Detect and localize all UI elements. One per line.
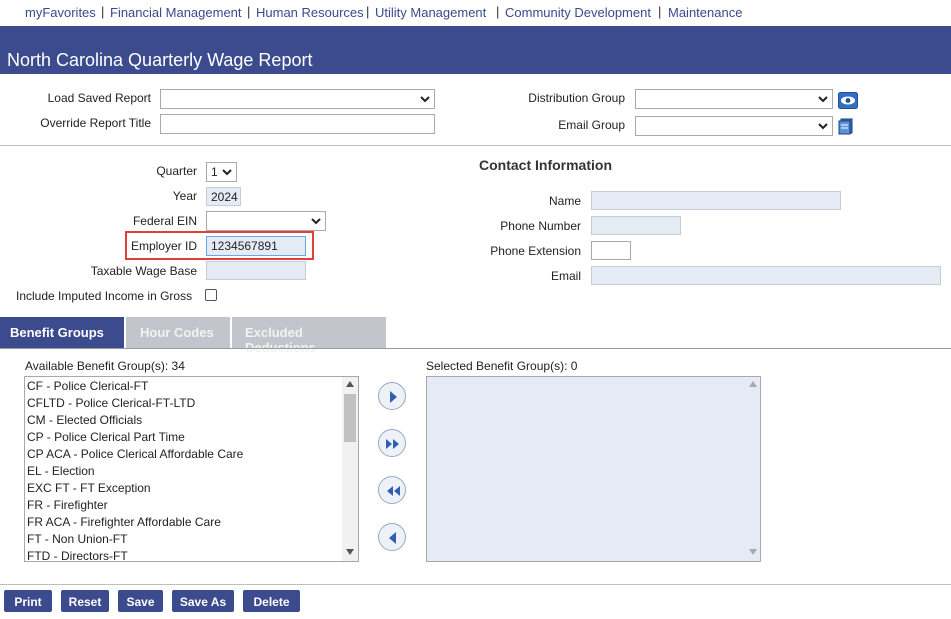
list-item[interactable]: CM - Elected Officials bbox=[25, 412, 358, 429]
contact-phone-field[interactable] bbox=[591, 216, 681, 235]
scroll-down-icon[interactable] bbox=[346, 549, 354, 555]
employer-id-label: Employer ID bbox=[130, 239, 197, 253]
tab-benefit-groups[interactable]: Benefit Groups bbox=[0, 317, 124, 348]
scroll-up-icon[interactable] bbox=[346, 381, 354, 387]
list-item[interactable]: CP ACA - Police Clerical Affordable Care bbox=[25, 446, 358, 463]
override-report-title-input[interactable] bbox=[160, 114, 435, 134]
address-book-icon[interactable] bbox=[838, 118, 854, 135]
move-all-right-button[interactable] bbox=[378, 429, 406, 457]
nav-separator: | bbox=[247, 4, 251, 19]
double-arrow-left-icon bbox=[387, 486, 400, 496]
chevron-down-icon bbox=[818, 96, 828, 103]
contact-extension-field[interactable] bbox=[591, 241, 631, 260]
move-selected-left-button[interactable] bbox=[378, 523, 406, 551]
contact-info-title: Contact Information bbox=[479, 157, 612, 173]
nav-item-community-development[interactable]: Community Development bbox=[505, 5, 651, 20]
nav-item-utility-management[interactable]: Utility Management bbox=[375, 5, 486, 20]
print-button[interactable]: Print bbox=[4, 590, 52, 612]
scroll-up-icon[interactable] bbox=[749, 381, 757, 387]
list-item[interactable]: CFLTD - Police Clerical-FT-LTD bbox=[25, 395, 358, 412]
list-item[interactable]: EL - Election bbox=[25, 463, 358, 480]
nav-item-myfavorites[interactable]: myFavorites bbox=[25, 5, 96, 20]
list-item[interactable]: FTD - Directors-FT bbox=[25, 548, 358, 561]
load-saved-report-select[interactable] bbox=[160, 89, 435, 109]
contact-email-field[interactable] bbox=[591, 266, 941, 285]
list-item[interactable]: CP - Police Clerical Part Time bbox=[25, 429, 358, 446]
tab-excluded-deductions[interactable]: Excluded Deductions bbox=[232, 317, 386, 355]
contact-name-field[interactable] bbox=[591, 191, 841, 210]
nav-item-maintenance[interactable]: Maintenance bbox=[668, 5, 742, 20]
year-field: 2024 bbox=[206, 187, 241, 206]
chevron-down-icon bbox=[311, 218, 321, 225]
double-arrow-right-icon bbox=[386, 439, 399, 449]
year-value: 2024 bbox=[211, 190, 238, 204]
override-report-title-label: Override Report Title bbox=[40, 116, 151, 130]
chevron-down-icon bbox=[818, 123, 828, 130]
list-item[interactable]: FR ACA - Firefighter Affordable Care bbox=[25, 514, 358, 531]
top-nav: myFavorites | Financial Management | Hum… bbox=[0, 0, 951, 26]
available-benefit-groups-list[interactable]: CF - Police Clerical-FT CFLTD - Police C… bbox=[24, 376, 359, 562]
arrow-right-icon bbox=[390, 391, 397, 403]
tab-hour-codes[interactable]: Hour Codes bbox=[126, 317, 230, 348]
imputed-income-checkbox[interactable] bbox=[205, 289, 217, 301]
nav-item-human-resources[interactable]: Human Resources bbox=[256, 5, 364, 20]
taxable-wage-base-label: Taxable Wage Base bbox=[90, 264, 197, 278]
nav-item-financial-management[interactable]: Financial Management bbox=[110, 5, 242, 20]
contact-email-label: Email bbox=[550, 269, 581, 283]
email-group-select[interactable] bbox=[635, 116, 833, 136]
nav-separator: | bbox=[658, 4, 662, 19]
save-button[interactable]: Save bbox=[118, 590, 163, 612]
imputed-income-label: Include Imputed Income in Gross bbox=[16, 289, 193, 303]
selected-benefit-groups-list[interactable] bbox=[426, 376, 761, 562]
taxable-wage-base-field[interactable] bbox=[206, 261, 306, 280]
quarter-value: 1 bbox=[211, 165, 218, 179]
reset-button[interactable]: Reset bbox=[61, 590, 109, 612]
move-all-left-button[interactable] bbox=[378, 476, 406, 504]
contact-phone-label: Phone Number bbox=[500, 219, 581, 233]
nav-separator: | bbox=[101, 4, 105, 19]
nav-separator: | bbox=[496, 4, 500, 19]
federal-ein-select[interactable] bbox=[206, 211, 326, 231]
list-item[interactable]: FR - Firefighter bbox=[25, 497, 358, 514]
distribution-group-label: Distribution Group bbox=[528, 91, 625, 105]
year-label: Year bbox=[172, 189, 197, 203]
scrollbar[interactable] bbox=[342, 377, 358, 561]
move-selected-right-button[interactable] bbox=[378, 382, 406, 410]
employer-id-value: 1234567891 bbox=[211, 239, 278, 253]
arrow-left-icon bbox=[389, 532, 396, 544]
save-as-button[interactable]: Save As bbox=[172, 590, 234, 612]
list-item[interactable]: EXC FT - FT Exception bbox=[25, 480, 358, 497]
view-eye-icon[interactable] bbox=[838, 92, 858, 109]
chevron-down-icon bbox=[420, 96, 430, 103]
list-item[interactable]: FT - Non Union-FT bbox=[25, 531, 358, 548]
federal-ein-label: Federal EIN bbox=[132, 214, 197, 228]
contact-name-label: Name bbox=[548, 194, 581, 208]
delete-button[interactable]: Delete bbox=[243, 590, 300, 612]
list-item[interactable]: CF - Police Clerical-FT bbox=[25, 378, 358, 395]
employer-id-input[interactable]: 1234567891 bbox=[206, 236, 306, 256]
divider bbox=[0, 145, 951, 146]
quarter-select[interactable]: 1 bbox=[206, 162, 237, 182]
quarter-label: Quarter bbox=[156, 164, 197, 178]
tab-divider bbox=[0, 348, 951, 349]
chevron-down-icon bbox=[222, 169, 232, 176]
nav-separator: | bbox=[366, 4, 370, 19]
available-benefit-groups-label: Available Benefit Group(s): 34 bbox=[25, 359, 185, 373]
distribution-group-select[interactable] bbox=[635, 89, 833, 109]
title-bar: North Carolina Quarterly Wage Report bbox=[0, 26, 951, 74]
page-title: North Carolina Quarterly Wage Report bbox=[7, 50, 313, 70]
load-saved-report-label: Load Saved Report bbox=[47, 91, 151, 105]
contact-extension-label: Phone Extension bbox=[490, 244, 581, 258]
scroll-down-icon[interactable] bbox=[749, 549, 757, 555]
email-group-label: Email Group bbox=[558, 118, 625, 132]
divider bbox=[0, 584, 951, 585]
scrollbar-thumb[interactable] bbox=[344, 394, 356, 442]
selected-benefit-groups-label: Selected Benefit Group(s): 0 bbox=[426, 359, 578, 373]
